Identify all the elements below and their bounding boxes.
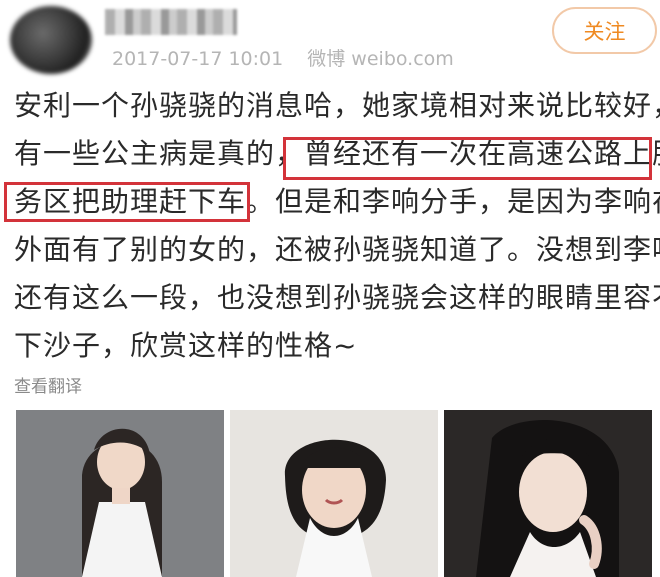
post-image[interactable] <box>16 410 224 577</box>
post-image[interactable] <box>230 410 438 577</box>
post-text-line: 还有这么一段，也没想到孙骁骁会这样的眼睛里容不 <box>14 281 660 314</box>
follow-button[interactable]: 关注 <box>552 7 657 54</box>
translate-link[interactable]: 查看翻译 <box>14 372 82 397</box>
portrait-image <box>16 410 224 577</box>
post-text-line: 有一些公主病是真的，曾经还有一次在高速公路上服 <box>14 137 660 170</box>
post-text-line: 安利一个孙骁骁的消息哈，她家境相对来说比较好， <box>14 89 660 122</box>
avatar[interactable] <box>10 6 92 74</box>
username-blurred[interactable] <box>105 9 237 35</box>
post-text-line: 务区把助理赶下车。但是和李响分手，是因为李响在 <box>14 185 660 218</box>
post-timestamp: 2017-07-17 10:01 <box>112 48 284 70</box>
portrait-image <box>444 410 652 577</box>
post-text-line: 下沙子，欣赏这样的性格~ <box>14 329 358 362</box>
post-image[interactable] <box>444 410 652 577</box>
post-text-line: 外面有了别的女的，还被孙骁骁知道了。没想到李响 <box>14 233 660 266</box>
post-text: 安利一个孙骁骁的消息哈，她家境相对来说比较好， 有一些公主病是真的，曾经还有一次… <box>14 82 660 370</box>
weibo-post: 2017-07-17 10:01 微博 weibo.com 关注 安利一个孙骁骁… <box>0 0 660 577</box>
post-source: 微博 weibo.com <box>307 48 454 70</box>
post-meta: 2017-07-17 10:01 微博 weibo.com <box>112 44 454 71</box>
portrait-image <box>230 410 438 577</box>
